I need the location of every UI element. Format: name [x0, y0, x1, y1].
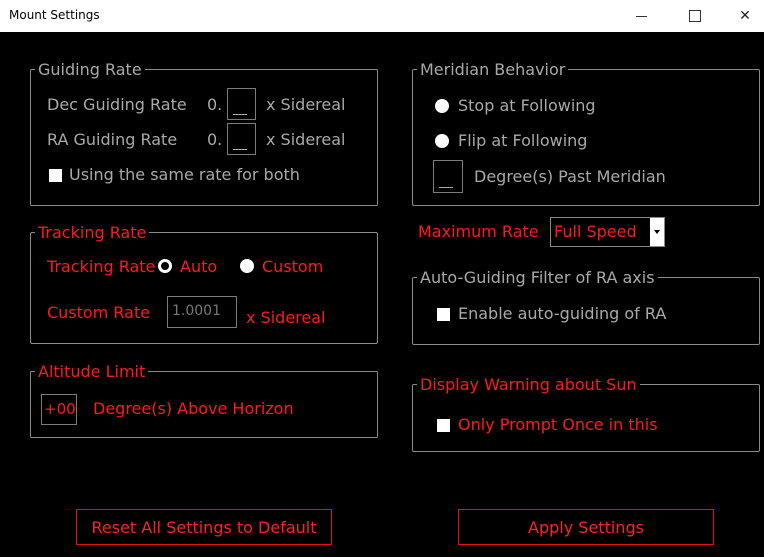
- meridian-stop-radio[interactable]: [435, 99, 449, 113]
- apply-settings-button[interactable]: Apply Settings: [458, 509, 714, 545]
- sun-warning-group: Display Warning about Sun: [412, 375, 760, 452]
- chevron-down-icon: [650, 218, 664, 246]
- custom-rate-value: 1.0001: [172, 303, 221, 319]
- minimize-icon: [635, 15, 647, 17]
- maximum-rate-value: Full Speed: [554, 222, 637, 241]
- close-button[interactable]: ✕: [722, 0, 764, 32]
- enable-autoguiding-checkbox[interactable]: [437, 308, 450, 321]
- same-rate-label: Using the same rate for both: [69, 165, 300, 184]
- dec-guiding-rate-input[interactable]: [227, 88, 256, 120]
- tracking-rate-label: Tracking Rate: [47, 257, 156, 276]
- ra-guiding-rate-input[interactable]: [227, 123, 256, 155]
- ra-rate-prefix: 0.: [207, 130, 223, 149]
- meridian-flip-label: Flip at Following: [458, 131, 588, 150]
- tracking-custom-radio[interactable]: [240, 259, 254, 273]
- title-bar: Mount Settings ✕: [0, 0, 764, 32]
- ra-guiding-rate-label: RA Guiding Rate: [47, 130, 178, 149]
- meridian-behavior-legend: Meridian Behavior: [420, 60, 566, 79]
- meridian-past-label: Degree(s) Past Meridian: [474, 167, 666, 186]
- tracking-auto-radio[interactable]: [158, 259, 172, 273]
- maximum-rate-label: Maximum Rate: [418, 222, 539, 241]
- tracking-rate-legend: Tracking Rate: [38, 223, 147, 242]
- maximize-icon: [689, 10, 701, 22]
- meridian-degrees-input[interactable]: [433, 160, 463, 193]
- dec-rate-suffix: x Sidereal: [266, 95, 346, 114]
- sun-warning-legend: Display Warning about Sun: [420, 375, 637, 394]
- same-rate-checkbox[interactable]: [49, 169, 62, 182]
- maximum-rate-select[interactable]: Full Speed: [550, 217, 665, 247]
- tracking-auto-label: Auto: [180, 257, 218, 276]
- meridian-flip-radio[interactable]: [435, 134, 449, 148]
- maximize-button[interactable]: [672, 0, 718, 32]
- close-icon: ✕: [739, 8, 751, 24]
- altitude-limit-suffix: Degree(s) Above Horizon: [93, 399, 294, 418]
- reset-settings-button[interactable]: Reset All Settings to Default: [76, 509, 332, 545]
- autoguiding-filter-legend: Auto-Guiding Filter of RA axis: [420, 268, 655, 287]
- tracking-custom-label: Custom: [262, 257, 324, 276]
- mount-settings-window: Mount Settings ✕ Guiding Rate Dec Guidin…: [0, 0, 764, 557]
- window-title: Mount Settings: [9, 8, 100, 22]
- enable-autoguiding-label: Enable auto-guiding of RA: [458, 304, 667, 323]
- custom-rate-input[interactable]: 1.0001: [167, 296, 237, 328]
- meridian-stop-label: Stop at Following: [458, 96, 596, 115]
- ra-rate-suffix: x Sidereal: [266, 130, 346, 149]
- custom-rate-suffix: x Sidereal: [246, 308, 326, 327]
- dec-rate-prefix: 0.: [207, 95, 223, 114]
- custom-rate-label: Custom Rate: [47, 303, 151, 322]
- guiding-rate-legend: Guiding Rate: [38, 60, 142, 79]
- altitude-limit-value: +00: [44, 400, 76, 418]
- altitude-limit-legend: Altitude Limit: [38, 362, 146, 381]
- prompt-once-checkbox[interactable]: [437, 419, 450, 432]
- prompt-once-label: Only Prompt Once in this: [458, 415, 658, 434]
- minimize-button[interactable]: [618, 0, 664, 32]
- dec-guiding-rate-label: Dec Guiding Rate: [47, 95, 187, 114]
- altitude-limit-input[interactable]: +00: [41, 394, 77, 425]
